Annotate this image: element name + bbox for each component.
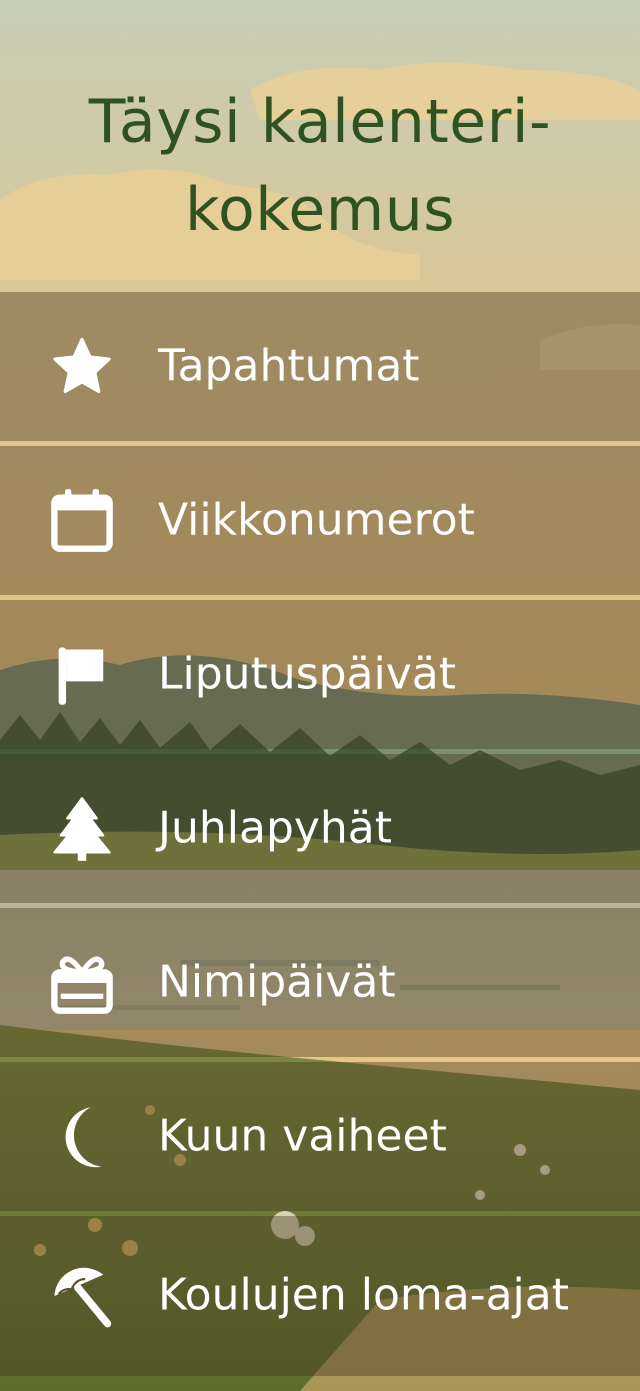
menu-item-tapahtumat[interactable]: Tapahtumat (0, 292, 640, 441)
calendar-icon (45, 484, 119, 558)
menu-item-juhlapyhat[interactable]: Juhlapyhät (0, 754, 640, 903)
menu-item-label: Nimipäivät (158, 955, 396, 1007)
moon-icon (45, 1100, 119, 1174)
menu-item-label: Koulujen loma-ajat (158, 1269, 569, 1321)
star-icon (45, 330, 119, 404)
page-title-line2: kokemus (184, 175, 456, 245)
menu-item-label: Kuun vaiheet (158, 1109, 447, 1161)
menu-item-kuun-vaiheet[interactable]: Kuun vaiheet (0, 1062, 640, 1211)
page-title: Täysi kalenteri- kokemus (0, 78, 640, 254)
menu-item-viikkonumerot[interactable]: Viikkonumerot (0, 446, 640, 595)
menu-item-label: Liputuspäivät (158, 647, 456, 699)
umbrella-icon (45, 1259, 119, 1333)
menu-item-koulujen-loma-ajat[interactable]: Koulujen loma-ajat (0, 1216, 640, 1376)
gift-icon (45, 946, 119, 1020)
menu-item-liputuspaivat[interactable]: Liputuspäivät (0, 600, 640, 749)
menu-item-label: Juhlapyhät (158, 801, 393, 853)
menu-item-label: Viikkonumerot (158, 493, 475, 545)
menu-item-label: Tapahtumat (158, 339, 420, 391)
page-title-line1: Täysi kalenteri- (88, 87, 552, 157)
menu-item-nimipaivat[interactable]: Nimipäivät (0, 908, 640, 1057)
tree-icon (45, 792, 119, 866)
feature-menu: Tapahtumat Viikkonumerot Liputuspäivät J… (0, 292, 640, 1376)
flag-icon (45, 638, 119, 712)
